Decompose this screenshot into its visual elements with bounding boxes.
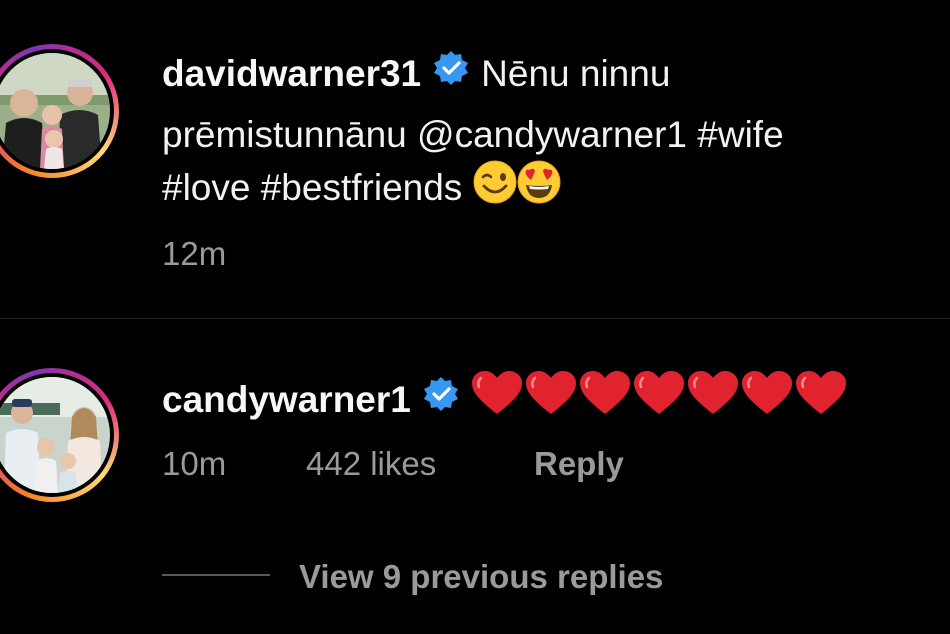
red-heart-icon: [687, 370, 739, 426]
caption-line-2: prēmistunnānu @candywarner1 #wife: [162, 114, 784, 155]
post-username[interactable]: davidwarner31: [162, 53, 421, 94]
red-heart-icon: [741, 370, 793, 426]
post-author-avatar[interactable]: [0, 44, 119, 178]
comment-hearts: [471, 370, 849, 426]
caption-text-1: Nēnu ninnu: [481, 53, 671, 94]
view-previous-replies-button[interactable]: View 9 previous replies: [299, 558, 663, 596]
post-caption: davidwarner31 Nēnu ninnu prēmistunnānu @c…: [0, 0, 950, 318]
reply-button[interactable]: Reply: [534, 445, 624, 483]
verified-badge-icon: [423, 376, 459, 422]
comment-username[interactable]: candywarner1: [162, 379, 411, 420]
caption-line-1: davidwarner31 Nēnu ninnu: [162, 50, 671, 99]
winking-face-icon: [473, 160, 517, 214]
comment-timestamp: 10m: [162, 445, 227, 482]
verified-badge-icon: [433, 50, 469, 96]
comment-likes[interactable]: 442 likes: [306, 445, 436, 483]
red-heart-icon: [579, 370, 631, 426]
caption-line-3: #love #bestfriends: [162, 160, 561, 217]
commenter-avatar[interactable]: [0, 368, 119, 502]
red-heart-icon: [471, 370, 523, 426]
section-divider: [0, 318, 950, 319]
red-heart-icon: [795, 370, 847, 426]
red-heart-icon: [525, 370, 577, 426]
comment-body: candywarner1: [162, 371, 849, 430]
replies-divider-line: [162, 574, 270, 576]
red-heart-icon: [633, 370, 685, 426]
caption-text-3: #love #bestfriends: [162, 166, 463, 208]
smiling-face-with-heart-eyes-icon: [517, 160, 561, 214]
post-timestamp: 12m: [162, 235, 227, 272]
